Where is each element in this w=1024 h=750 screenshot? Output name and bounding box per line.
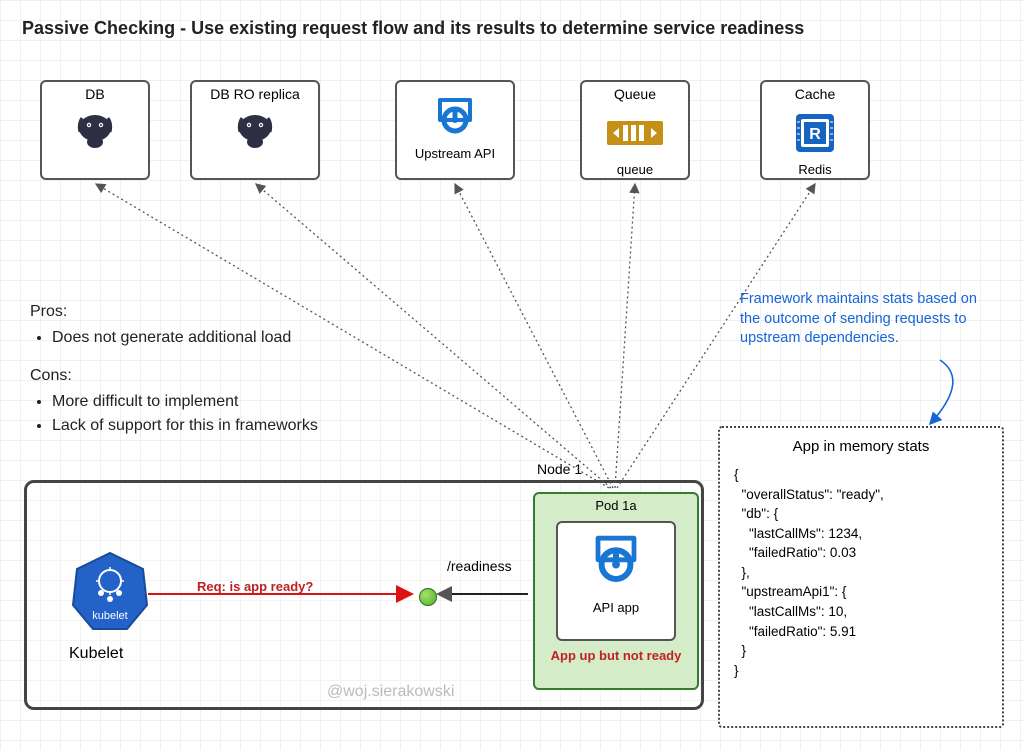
node-label: Node 1 [537,461,582,477]
node-box: Node 1 kubelet Kubelet Req: is app ready… [24,480,704,710]
dep-db-ro: DB RO replica [190,80,320,180]
stats-header: App in memory stats [734,438,988,455]
cons-item: More difficult to implement [52,390,318,414]
pod-label: Pod 1a [535,498,697,513]
stats-box: App in memory stats { "overallStatus": "… [718,426,1004,728]
api-icon [397,90,513,144]
dep-db-label: DB [42,86,148,102]
svg-text:R: R [809,126,821,143]
postgres-icon [42,106,148,160]
kubelet-label: Kubelet [69,645,123,663]
readiness-endpoint-dot [419,588,437,606]
watermark: @woj.sierakowski [327,683,454,701]
dep-cache: Cache R Redis [760,80,870,180]
pros-heading: Pros: [30,300,318,324]
readiness-path-label: /readiness [447,558,512,574]
postgres-icon [192,106,318,160]
cons-heading: Cons: [30,364,318,388]
api-icon [558,531,674,596]
redis-icon: R [762,106,868,160]
dep-upstream-api: Upstream API [395,80,515,180]
svg-text:kubelet: kubelet [92,610,127,622]
api-app-box: API app [556,521,676,641]
api-app-label: API app [558,600,674,615]
dep-cache-sublabel: Redis [762,162,868,177]
cons-item: Lack of support for this in frameworks [52,414,318,438]
diagram-title: Passive Checking - Use existing request … [22,18,804,39]
stats-body: { "overallStatus": "ready", "db": { "las… [734,465,988,680]
dep-db-ro-label: DB RO replica [192,86,318,102]
dep-upstream-sublabel: Upstream API [397,146,513,161]
dep-queue-sublabel: queue [582,162,688,177]
kubelet-icon: kubelet [71,549,149,640]
dep-db: DB [40,80,150,180]
pod-box: Pod 1a API app App up but not ready [533,492,699,690]
callout-text: Framework maintains stats based on the o… [740,290,1000,349]
dep-queue: Queue queue [580,80,690,180]
dep-cache-label: Cache [762,86,868,102]
pros-cons-block: Pros: Does not generate additional load … [30,300,318,452]
dep-queue-label: Queue [582,86,688,102]
request-label: Req: is app ready? [197,579,313,594]
pod-status-text: App up but not ready [535,648,697,663]
queue-icon [582,106,688,160]
pros-item: Does not generate additional load [52,326,318,350]
